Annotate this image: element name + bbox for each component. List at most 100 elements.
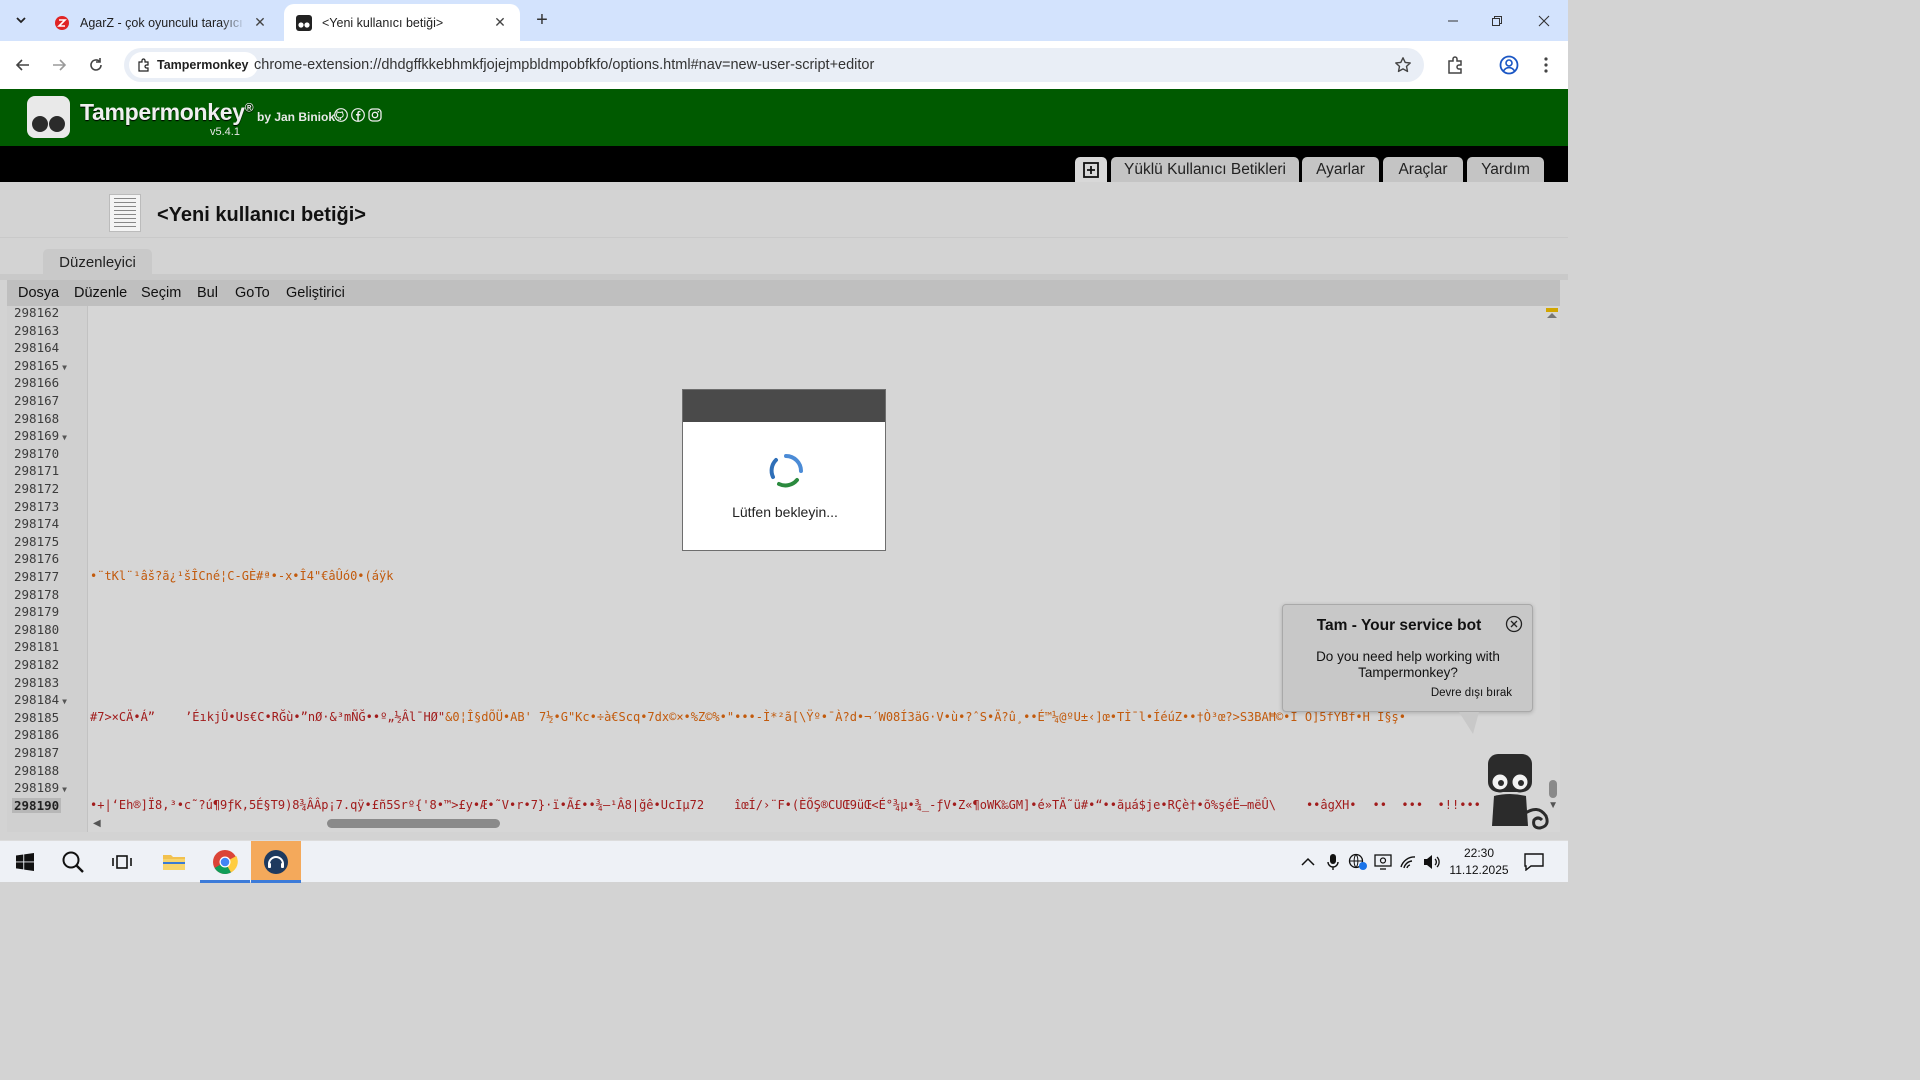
- line-number: 298182: [14, 657, 60, 672]
- extension-puzzle-icon: [138, 58, 149, 72]
- site-chip-label: Tampermonkey: [157, 58, 249, 72]
- clock-date: 11.12.2025: [1449, 863, 1509, 877]
- line-number: 298169 ▼: [14, 428, 67, 444]
- task-view-button[interactable]: [97, 841, 147, 883]
- tab-close-icon[interactable]: ✕: [492, 14, 508, 31]
- network-status-tray-icon[interactable]: [1348, 852, 1368, 872]
- tray-overflow-button[interactable]: [1298, 852, 1318, 872]
- fold-toggle-icon[interactable]: ▼: [62, 433, 67, 442]
- site-info-chip[interactable]: Tampermonkey: [129, 52, 259, 78]
- tab-settings[interactable]: Ayarlar: [1302, 157, 1379, 182]
- line-number: 298189 ▼: [14, 780, 67, 796]
- notification-icon: [1524, 853, 1544, 871]
- github-icon[interactable]: [334, 108, 348, 122]
- line-number: 298164: [14, 340, 60, 356]
- back-button[interactable]: [10, 52, 36, 78]
- wifi-tray-icon[interactable]: [1398, 852, 1418, 872]
- reload-icon: [90, 58, 102, 71]
- bot-title: Tam - Your service bot: [1316, 617, 1482, 634]
- start-button[interactable]: [0, 841, 50, 883]
- tab-help[interactable]: Yardım: [1467, 157, 1544, 182]
- address-bar[interactable]: Tampermonkey chrome-extension://dhdgffkk…: [124, 48, 1424, 82]
- menu-edit[interactable]: Düzenle: [74, 285, 127, 301]
- close-circle-icon[interactable]: [1505, 615, 1523, 633]
- horizontal-scrollbar-thumb[interactable]: [327, 819, 500, 828]
- arrow-left-icon: [15, 59, 29, 71]
- loading-spinner-icon: [769, 454, 803, 488]
- microphone-icon: [1327, 854, 1339, 870]
- display-tray-icon[interactable]: [1373, 852, 1393, 872]
- code-editor[interactable]: 298162 298163 298164 298165 ▼ 298166 298167 298…: [7, 306, 1560, 832]
- new-script-tab[interactable]: [1075, 157, 1107, 182]
- plus-square-icon: [1083, 161, 1099, 178]
- tampermonkey-favicon-icon: [296, 14, 312, 31]
- fold-toggle-icon[interactable]: ▼: [62, 785, 67, 794]
- line-number: 298174: [14, 516, 60, 532]
- bot-disable-link[interactable]: Devre dışı bırak: [1431, 687, 1512, 699]
- browser-toolbar: Tampermonkey chrome-extension://dhdgffkk…: [0, 41, 1568, 89]
- folder-icon: [163, 855, 185, 870]
- extensions-button[interactable]: [1442, 52, 1468, 78]
- app-taskbar-button[interactable]: [251, 841, 301, 883]
- search-icon: [62, 851, 84, 873]
- profile-button[interactable]: [1496, 52, 1522, 78]
- line-number-gutter: 298162 298163 298164 298165 ▼ 298166 298167 298…: [7, 306, 88, 832]
- tab-close-icon[interactable]: ✕: [252, 14, 268, 31]
- url-text[interactable]: chrome-extension://dhdgffkkebhmkfjojejmp…: [254, 57, 874, 73]
- task-view-icon: [112, 855, 132, 869]
- instagram-icon[interactable]: [368, 108, 382, 122]
- clock-time: 22:30: [1463, 846, 1495, 860]
- menu-file[interactable]: Dosya: [18, 285, 59, 301]
- notification-center-button[interactable]: [1524, 852, 1544, 872]
- close-window-button[interactable]: [1521, 0, 1567, 41]
- facebook-icon[interactable]: [351, 108, 365, 122]
- tam-bot-avatar-icon[interactable]: [1480, 752, 1552, 830]
- windows-taskbar: 22:30 11.12.2025: [0, 840, 1568, 883]
- arrow-right-icon: [53, 59, 67, 71]
- restore-button[interactable]: [1474, 0, 1520, 41]
- headset-app-icon: [264, 850, 288, 874]
- menu-selection[interactable]: Seçim: [141, 285, 181, 301]
- line-number: 298187: [14, 745, 60, 760]
- forward-button[interactable]: [46, 52, 72, 78]
- menu-developer[interactable]: Geliştirici: [286, 285, 345, 301]
- bot-message: Do you need help working with Tampermonk…: [1316, 649, 1500, 680]
- code-line-298190: •+|‘Eh®]Ï8,³•c˜?ú¶9ƒK,5É§T9)8¾ÂÂp¡7.qÿ•£…: [90, 797, 1481, 812]
- menu-goto[interactable]: GoTo: [235, 285, 270, 301]
- reload-button[interactable]: [83, 52, 109, 78]
- chevron-down-icon: [16, 17, 26, 24]
- line-number: 298166: [14, 375, 60, 391]
- line-number: 298185: [14, 709, 60, 725]
- loading-message: Lütfen bekleyin...: [732, 504, 838, 520]
- browser-tab-agarz[interactable]: AgarZ - çok oyunculu tarayıcı oyunu ✕: [42, 4, 280, 41]
- chevron-up-icon: [1301, 857, 1315, 866]
- line-number: 298172: [14, 481, 60, 496]
- tab-installed-scripts[interactable]: Yüklü Kullanıcı Betikleri: [1111, 157, 1299, 182]
- app-name: Tampermonkey®: [80, 99, 254, 125]
- kebab-menu-icon: [1544, 57, 1548, 73]
- fold-toggle-icon[interactable]: ▼: [62, 697, 67, 706]
- tab-editor[interactable]: Düzenleyici: [43, 249, 152, 275]
- line-number: 298183: [14, 674, 60, 690]
- tab-tools[interactable]: Araçlar: [1383, 157, 1463, 182]
- browser-tab-new-user-script[interactable]: <Yeni kullanıcı betiği> ✕: [284, 4, 520, 41]
- volume-tray-icon[interactable]: [1422, 852, 1442, 872]
- chrome-taskbar-button[interactable]: [200, 841, 250, 883]
- line-number: 298163: [14, 322, 60, 338]
- search-button[interactable]: [48, 841, 98, 883]
- menu-find[interactable]: Bul: [197, 285, 218, 301]
- file-explorer-button[interactable]: [149, 841, 199, 883]
- active-indicator: [251, 880, 301, 883]
- new-tab-button[interactable]: +: [531, 9, 553, 31]
- fold-toggle-icon[interactable]: ▼: [62, 363, 67, 372]
- system-clock[interactable]: 22:30 11.12.2025: [1444, 845, 1514, 879]
- microphone-tray-icon[interactable]: [1323, 852, 1343, 872]
- browser-menu-button[interactable]: [1533, 52, 1559, 78]
- minimize-button[interactable]: [1430, 0, 1476, 41]
- tab-search-button[interactable]: [8, 7, 34, 33]
- chrome-icon: [213, 850, 238, 875]
- divider: [0, 237, 1568, 238]
- bookmark-star-icon[interactable]: [1394, 56, 1412, 74]
- scroll-left-arrow-icon[interactable]: ◀: [93, 818, 101, 829]
- line-number: 298175: [14, 533, 60, 549]
